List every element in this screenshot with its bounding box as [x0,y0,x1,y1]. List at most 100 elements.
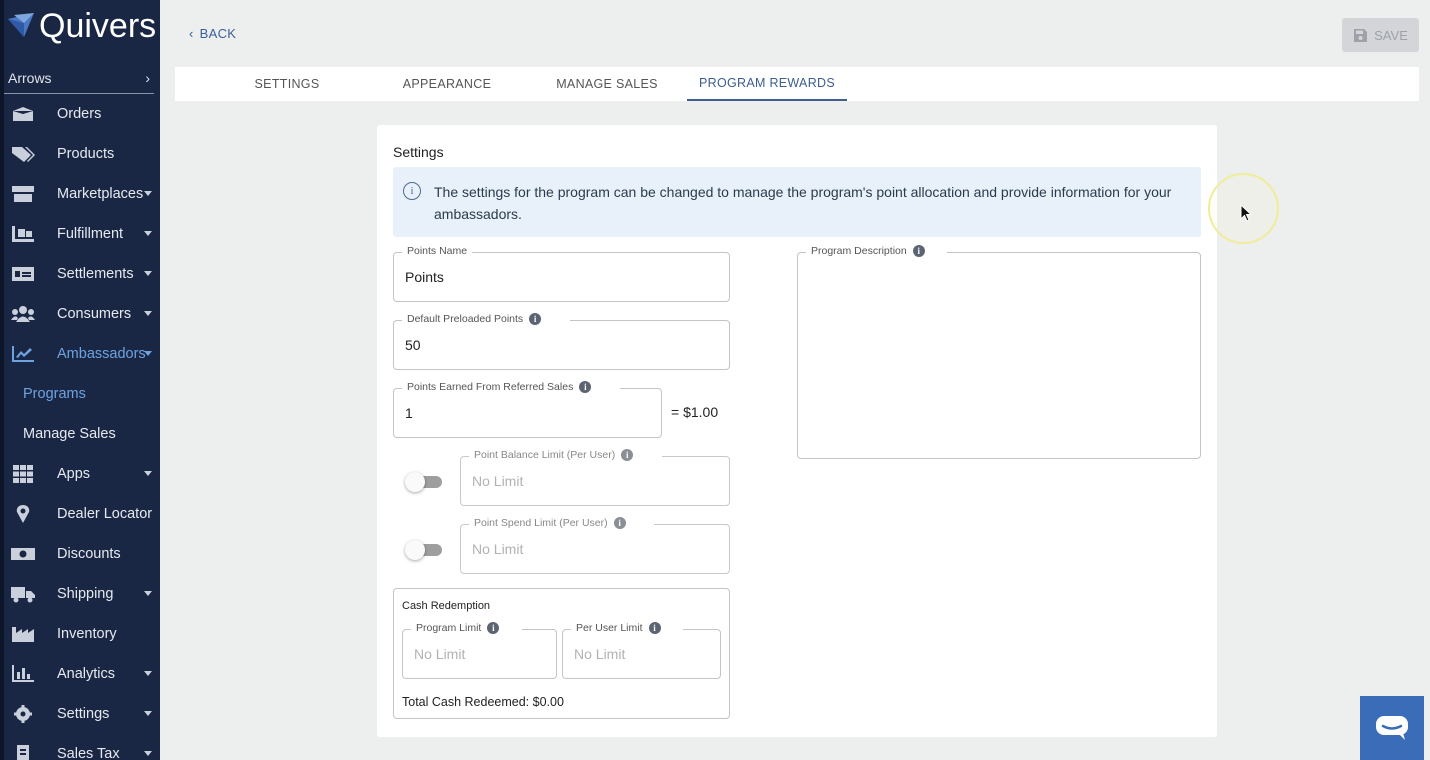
caret-down-icon [144,191,152,196]
money-icon [10,265,36,283]
sidebar-subitem-manage-sales[interactable]: Manage Sales [4,414,160,454]
sidebar-subitem-programs[interactable]: Programs [4,374,160,414]
cash-redemption-section: Cash Redemption Program Limit i No Limit … [393,588,730,719]
logo-text: Quivers [39,6,157,45]
tab-appearance[interactable]: APPEARANCE [387,67,507,101]
caret-down-icon [144,231,152,236]
points-earned-field[interactable]: Points Earned From Referred Sales i 1 [393,381,662,438]
field-label: Program Limit i [411,622,523,634]
points-earned-value: 1 [405,405,413,421]
factory-icon [10,625,36,643]
info-icon[interactable]: i [579,381,592,393]
floppy-disk-icon [1354,28,1368,42]
program-limit-label: Program Limit [416,622,482,634]
toggle-knob [405,472,425,492]
sidebar-item-label: Marketplaces [57,186,144,202]
sidebar-item-label: Products [57,146,115,162]
info-icon[interactable]: i [529,313,542,325]
points-name-field[interactable]: Points Name Points [393,245,730,302]
info-icon[interactable]: i [487,622,500,634]
field-label: Points Name [402,245,473,257]
sidebar-item-label: Sales Tax [57,746,120,760]
users-icon [10,305,36,323]
map-pin-icon [10,505,36,523]
bar-chart-icon [10,665,36,683]
points-earned-label: Points Earned From Referred Sales [407,381,574,393]
sidebar-item-consumers[interactable]: Consumers [4,294,160,334]
default-preloaded-label: Default Preloaded Points [407,313,524,325]
chart-line-icon [10,345,36,363]
sidebar-item-label: Settlements [57,266,134,282]
card-title: Settings [393,144,444,160]
caret-down-icon [144,311,152,316]
balance-limit-placeholder: No Limit [472,473,524,489]
spend-limit-toggle[interactable] [405,540,442,560]
field-label: Point Spend Limit (Per User) i [469,517,655,529]
caret-down-icon [144,671,152,676]
sidebar-item-label: Settings [57,706,110,722]
toggle-knob [405,540,425,560]
info-icon[interactable]: i [621,449,634,461]
info-icon[interactable]: i [648,622,661,634]
sidebar-item-label: Shipping [57,586,114,602]
sidebar-item-label: Orders [57,106,102,122]
info-circle-icon: i [403,182,421,200]
sidebar-item-label: Discounts [57,546,121,562]
store-selector[interactable]: Arrows › [4,62,154,94]
info-icon[interactable]: i [613,517,626,529]
chat-button[interactable] [1360,696,1424,760]
sidebar-item-products[interactable]: Products [4,134,160,174]
settings-card: Settings i The settings for the program … [377,125,1217,737]
default-preloaded-points-field[interactable]: Default Preloaded Points i 50 [393,313,730,370]
store-name: Arrows [8,69,52,86]
spend-limit-label: Point Spend Limit (Per User) [474,517,608,529]
sidebar-item-inventory[interactable]: Inventory [4,614,160,654]
points-earned-equivalent: = $1.00 [671,404,719,420]
caret-down-icon [144,751,152,756]
tab-manage-sales[interactable]: MANAGE SALES [547,67,667,101]
grid-icon [10,465,36,483]
spend-limit-field[interactable]: Point Spend Limit (Per User) i No Limit [460,517,730,574]
chat-bubble-icon [1376,716,1408,740]
sidebar-item-settlements[interactable]: Settlements [4,254,160,294]
field-label: Default Preloaded Points i [402,313,570,325]
per-user-limit-field[interactable]: Per User Limit i No Limit [562,622,721,679]
total-cash-redeemed: Total Cash Redeemed: $0.00 [402,695,564,709]
sidebar-item-marketplaces[interactable]: Marketplaces [4,174,160,214]
save-label: SAVE [1374,27,1408,43]
receipt-icon [10,745,36,760]
tab-program-rewards[interactable]: PROGRAM REWARDS [687,67,847,101]
cash-icon [10,545,36,563]
info-text: The settings for the program can be chan… [434,184,1172,222]
program-limit-field[interactable]: Program Limit i No Limit [402,622,557,679]
balance-limit-label: Point Balance Limit (Per User) [474,449,616,461]
points-name-value: Points [405,269,444,285]
points-name-label: Points Name [407,245,468,257]
sidebar-item-shipping[interactable]: Shipping [4,574,160,614]
program-description-field[interactable]: Program Description i [797,245,1201,459]
back-button[interactable]: ‹ BACK [189,26,236,41]
quivers-logo[interactable]: Quivers [6,6,156,46]
chevron-left-icon: ‹ [189,26,194,41]
sidebar-item-sales-tax[interactable]: Sales Tax [4,734,160,760]
sidebar-item-label: Analytics [57,666,116,682]
tab-settings[interactable]: SETTINGS [227,67,347,101]
balance-limit-field[interactable]: Point Balance Limit (Per User) i No Limit [460,449,730,506]
sidebar-item-fulfillment[interactable]: Fulfillment [4,214,160,254]
caret-down-icon [144,351,152,356]
program-limit-placeholder: No Limit [414,646,466,662]
sidebar-item-settings[interactable]: Settings [4,694,160,734]
sidebar-item-label: Dealer Locator [57,506,153,522]
sidebar-item-analytics[interactable]: Analytics [4,654,160,694]
sidebar-item-discounts[interactable]: Discounts [4,534,160,574]
field-label: Points Earned From Referred Sales i [402,381,620,393]
sidebar-item-label: Ambassadors [57,346,146,362]
sidebar-item-ambassadors[interactable]: Ambassadors [4,334,160,374]
balance-limit-toggle[interactable] [405,472,442,492]
save-button[interactable]: SAVE [1342,18,1419,52]
field-label: Point Balance Limit (Per User) i [469,449,662,461]
sidebar-item-orders[interactable]: Orders [4,94,160,134]
sidebar-item-apps[interactable]: Apps [4,454,160,494]
info-icon[interactable]: i [912,245,925,257]
sidebar-item-dealer-locator[interactable]: Dealer Locator [4,494,160,534]
